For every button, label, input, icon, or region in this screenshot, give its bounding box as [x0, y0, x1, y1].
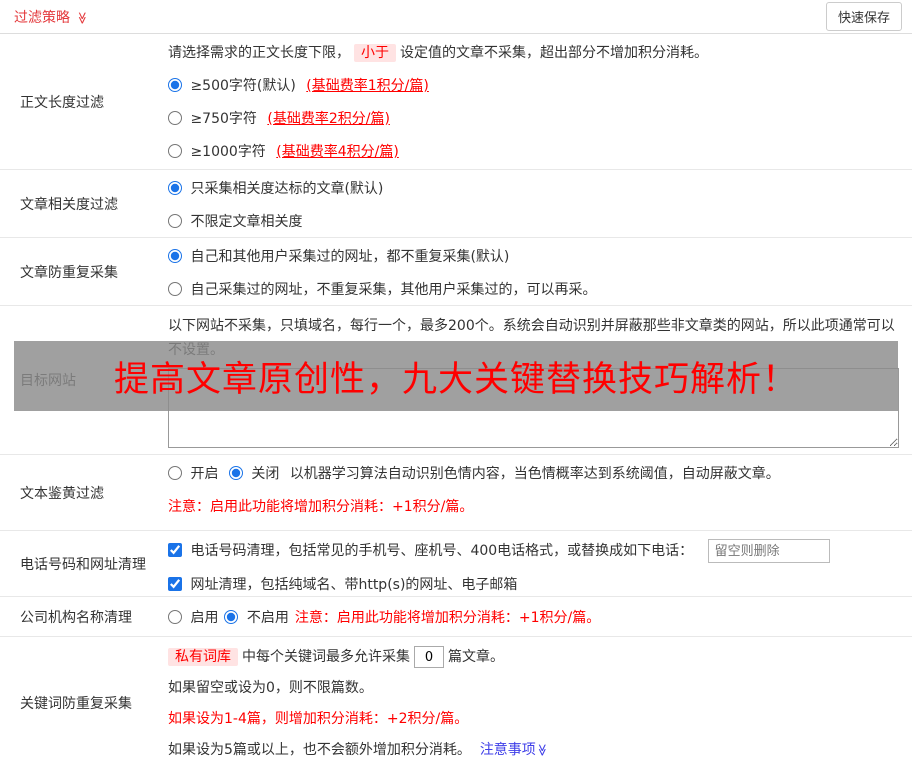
porn-filter-radio-on[interactable] [168, 466, 182, 480]
keyword-dedup-line3: 如果设为1-4篇，则增加积分消耗：+2积分/篇。 [168, 711, 469, 727]
page-title-text: 过滤策略 [14, 9, 70, 26]
less-than-highlight: 小于 [354, 44, 396, 62]
length-option-500[interactable]: ≥500字符(默认) [168, 78, 300, 94]
row-porn-filter: 文本鉴黄过滤 开启 关闭 以机器学习算法自动识别色情内容，当色情概率达到系统阈值… [0, 455, 912, 531]
max-collect-count-input[interactable] [414, 646, 444, 668]
relevance-option-default-label: 只采集相关度达标的文章(默认) [190, 181, 384, 197]
dedup-radio-all-users[interactable] [168, 249, 182, 263]
row-label-keyword-dedup: 关键词防重复采集 [20, 695, 132, 712]
company-clean-radio-off[interactable] [224, 609, 239, 624]
phone-clean-line: 电话号码清理，包括常见的手机号、座机号、400电话格式，或替换成如下电话： [168, 539, 906, 563]
row-label-dedup-filter: 文章防重复采集 [20, 264, 118, 281]
dedup-option-self-only-label: 自己采集过的网址，不重复采集，其他用户采集过的，可以再采。 [190, 282, 597, 298]
dedup-option-1-line: 自己和其他用户采集过的网址，都不重复采集(默认) [168, 246, 906, 268]
chevron-down-icon: ≫ [535, 743, 550, 757]
length-filter-intro: 请选择需求的正文长度下限， 小于 设定值的文章不采集，超出部分不增加积分消耗。 [168, 42, 906, 64]
porn-filter-radio-off[interactable] [228, 466, 243, 480]
porn-filter-note: 注意：启用此功能将增加积分消耗：+1积分/篇。 [168, 499, 474, 515]
relevance-option-unlimited[interactable]: 不限定文章相关度 [168, 214, 302, 230]
porn-filter-options-line: 开启 关闭 以机器学习算法自动识别色情内容，当色情概率达到系统阈值，自动屏蔽文章… [168, 463, 906, 485]
private-lexicon-highlight: 私有词库 [168, 648, 238, 666]
phone-clean-option[interactable]: 电话号码清理，包括常见的手机号、座机号、400电话格式，或替换成如下电话： [168, 543, 698, 559]
replacement-phone-input[interactable] [707, 539, 830, 563]
row-target-sites: 目标网站 以下网站不采集，只填域名，每行一个，最多200个。系统会自动识别并屏蔽… [0, 306, 912, 455]
row-company-clean: 公司机构名称清理 启用 不启用 注意：启用此功能将增加积分消耗：+1积分/篇。 [0, 597, 912, 637]
dedup-option-all-users[interactable]: 自己和其他用户采集过的网址，都不重复采集(默认) [168, 249, 509, 265]
company-clean-option-off[interactable]: 不启用 [224, 607, 289, 627]
relevance-option-1-line: 只采集相关度达标的文章(默认) [168, 178, 906, 200]
dedup-radio-self-only[interactable] [168, 282, 182, 296]
phone-clean-label: 电话号码清理，包括常见的手机号、座机号、400电话格式，或替换成如下电话： [190, 543, 694, 559]
intro-pre: 请选择需求的正文长度下限， [168, 45, 350, 61]
keyword-dedup-line1-end: 篇文章。 [448, 649, 504, 665]
row-keyword-dedup: 关键词防重复采集 私有词库中每个关键词最多允许采集 篇文章。 如果留空或设为0，则… [0, 637, 912, 768]
notes-link-text: 注意事项 [479, 742, 536, 758]
length-option-750-note: (基础费率2积分/篇) [267, 111, 390, 127]
row-relevance-filter: 文章相关度过滤 只采集相关度达标的文章(默认) 不限定文章相关度 [0, 170, 912, 238]
row-length-filter: 正文长度过滤 请选择需求的正文长度下限， 小于 设定值的文章不采集，超出部分不增加积… [0, 34, 912, 170]
notes-link[interactable]: 注意事项≫ [475, 742, 549, 758]
dedup-option-all-users-label: 自己和其他用户采集过的网址，都不重复采集(默认) [190, 249, 510, 265]
row-label-phone-url-clean: 电话号码和网址清理 [20, 556, 146, 573]
length-radio-750[interactable] [168, 111, 182, 125]
company-clean-off-label: 不启用 [246, 609, 289, 626]
url-clean-option[interactable]: 网址清理，包括纯域名、带http(s)的网址、电子邮箱 [168, 577, 517, 593]
length-option-500-label: ≥500字符(默认) [190, 78, 296, 94]
length-option-1000-note: (基础费率4积分/篇) [276, 144, 399, 160]
length-option-750[interactable]: ≥750字符 [168, 111, 261, 127]
row-phone-url-clean: 电话号码和网址清理 电话号码清理，包括常见的手机号、座机号、400电话格式，或替… [0, 531, 912, 597]
length-radio-1000[interactable] [168, 144, 182, 158]
relevance-option-2-line: 不限定文章相关度 [168, 211, 906, 233]
keyword-dedup-line1: 私有词库中每个关键词最多允许采集 篇文章。 [168, 645, 906, 669]
row-label-porn-filter: 文本鉴黄过滤 [20, 485, 104, 502]
excluded-sites-textarea[interactable] [168, 368, 899, 448]
keyword-dedup-line1-mid: 中每个关键词最多允许采集 [242, 649, 410, 665]
porn-filter-off-label: 关闭 [251, 466, 280, 482]
company-clean-on-label: 启用 [190, 609, 219, 626]
dedup-option-self-only[interactable]: 自己采集过的网址，不重复采集，其他用户采集过的，可以再采。 [168, 282, 596, 298]
dedup-option-2-line: 自己采集过的网址，不重复采集，其他用户采集过的，可以再采。 [168, 279, 906, 301]
row-label-company-clean: 公司机构名称清理 [20, 609, 132, 626]
keyword-dedup-line4: 如果设为5篇或以上，也不会额外增加积分消耗。 注意事项≫ [168, 738, 906, 762]
porn-filter-option-on[interactable]: 开启 [168, 466, 223, 482]
quick-save-button[interactable]: 快速保存 [825, 2, 902, 31]
length-option-1000-label: ≥1000字符 [190, 144, 266, 160]
length-option-500-line: ≥500字符(默认) (基础费率1积分/篇) [168, 75, 906, 97]
length-option-500-note: (基础费率1积分/篇) [306, 78, 429, 94]
row-label-target-sites: 目标网站 [20, 373, 76, 389]
relevance-option-unlimited-label: 不限定文章相关度 [190, 214, 303, 230]
relevance-option-default[interactable]: 只采集相关度达标的文章(默认) [168, 181, 383, 197]
row-dedup-filter: 文章防重复采集 自己和其他用户采集过的网址，都不重复采集(默认) 自己采集过的网… [0, 238, 912, 306]
relevance-radio-unlimited[interactable] [168, 214, 182, 228]
chevron-down-icon: ≫ [75, 11, 90, 24]
length-option-750-line: ≥750字符 (基础费率2积分/篇) [168, 108, 906, 130]
url-clean-label: 网址清理，包括纯域名、带http(s)的网址、电子邮箱 [190, 577, 518, 593]
row-label-length-filter: 正文长度过滤 [20, 94, 104, 111]
porn-filter-on-label: 开启 [190, 466, 219, 482]
length-option-1000[interactable]: ≥1000字符 [168, 144, 270, 160]
page-title[interactable]: 过滤策略 ≫ [14, 7, 90, 27]
intro-post: 设定值的文章不采集，超出部分不增加积分消耗。 [400, 45, 708, 61]
phone-clean-checkbox[interactable] [168, 543, 182, 557]
company-clean-option-on[interactable]: 启用 [168, 607, 218, 627]
url-clean-line: 网址清理，包括纯域名、带http(s)的网址、电子邮箱 [168, 574, 906, 596]
company-clean-radio-on[interactable] [168, 609, 182, 624]
row-label-relevance-filter: 文章相关度过滤 [20, 196, 118, 213]
url-clean-checkbox[interactable] [168, 577, 182, 591]
target-sites-intro: 以下网站不采集，只填域名，每行一个，最多200个。系统会自动识别并屏蔽那些非文章… [168, 318, 895, 358]
porn-filter-desc: 以机器学习算法自动识别色情内容，当色情概率达到系统阈值，自动屏蔽文章。 [289, 466, 780, 482]
keyword-dedup-line2: 如果留空或设为0，则不限篇数。 [168, 680, 373, 696]
relevance-radio-default[interactable] [168, 181, 182, 195]
topbar: 过滤策略 ≫ 快速保存 [0, 0, 912, 34]
porn-filter-option-off[interactable]: 关闭 [228, 466, 284, 482]
length-radio-500[interactable] [168, 78, 182, 92]
length-option-750-label: ≥750字符 [190, 111, 257, 127]
company-clean-note: 注意：启用此功能将增加积分消耗：+1积分/篇。 [294, 609, 601, 626]
length-option-1000-line: ≥1000字符 (基础费率4积分/篇) [168, 141, 906, 163]
keyword-dedup-line4-text: 如果设为5篇或以上，也不会额外增加积分消耗。 [168, 742, 471, 758]
